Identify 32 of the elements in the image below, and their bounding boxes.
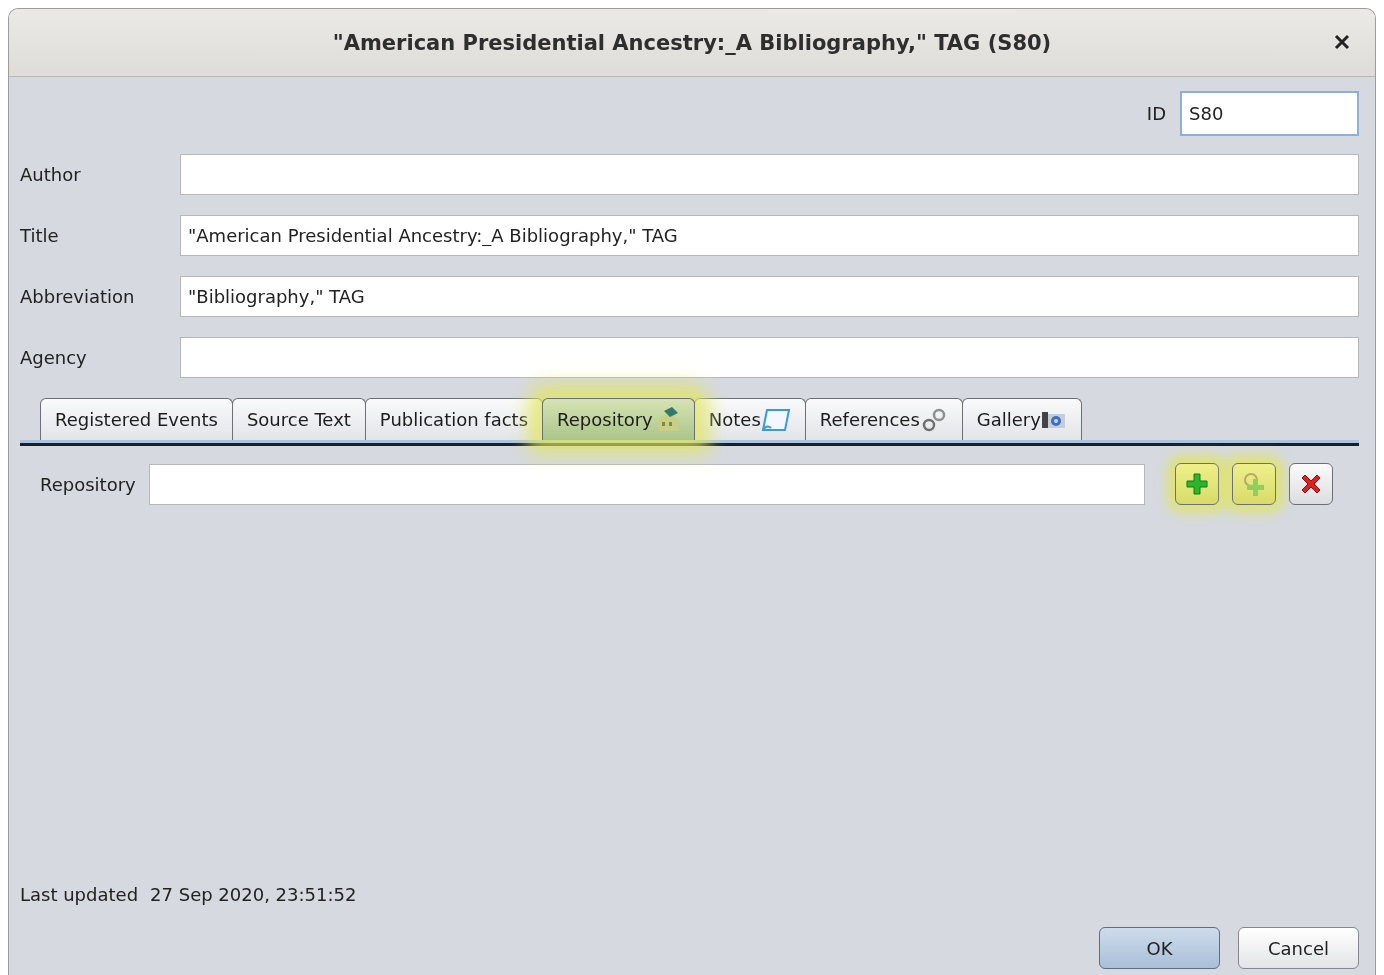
last-updated-value: 27 Sep 2020, 23:51:52 bbox=[150, 884, 357, 905]
repository-field[interactable] bbox=[148, 463, 1145, 505]
tab[interactable]: Gallery bbox=[961, 398, 1082, 440]
tab[interactable]: References bbox=[804, 398, 963, 440]
scroll-icon bbox=[760, 407, 791, 432]
input-field[interactable]: "Bibliography," TAG bbox=[180, 276, 1359, 317]
field-label: Author bbox=[20, 164, 82, 185]
remove-button[interactable] bbox=[1289, 463, 1333, 505]
input-field[interactable]: "American Presidential Ancestry:_A Bibliography," TAG bbox=[180, 215, 1359, 256]
input-field[interactable] bbox=[180, 337, 1359, 378]
ok-button[interactable]: OK bbox=[1099, 927, 1220, 969]
link-button[interactable] bbox=[1232, 463, 1276, 505]
id-label: ID bbox=[1146, 103, 1166, 124]
tab[interactable]: Source Text bbox=[231, 398, 366, 440]
cancel-button[interactable]: Cancel bbox=[1238, 927, 1359, 969]
add-button[interactable] bbox=[1175, 463, 1219, 505]
tab[interactable]: Notes bbox=[693, 398, 806, 440]
repository-label: Repository bbox=[40, 473, 136, 495]
id-field[interactable]: S80 bbox=[1180, 91, 1359, 136]
window-title: "American Presidential Ancestry:_A Bibliography," TAG (S80) bbox=[332, 30, 1052, 55]
input-field[interactable] bbox=[180, 154, 1359, 195]
field-label: Title bbox=[20, 225, 60, 246]
last-updated-label: Last updated bbox=[20, 884, 139, 905]
link-plus-icon bbox=[1241, 471, 1267, 497]
tab[interactable]: Registered Events bbox=[40, 398, 233, 440]
field-label: Agency bbox=[20, 347, 88, 368]
close-icon bbox=[1334, 34, 1350, 50]
tab[interactable]: Repository bbox=[542, 398, 695, 440]
plus-icon bbox=[1185, 472, 1209, 496]
tab[interactable]: Publication facts bbox=[364, 398, 544, 440]
field-label: Abbreviation bbox=[20, 286, 136, 307]
close-icon bbox=[1299, 472, 1323, 496]
